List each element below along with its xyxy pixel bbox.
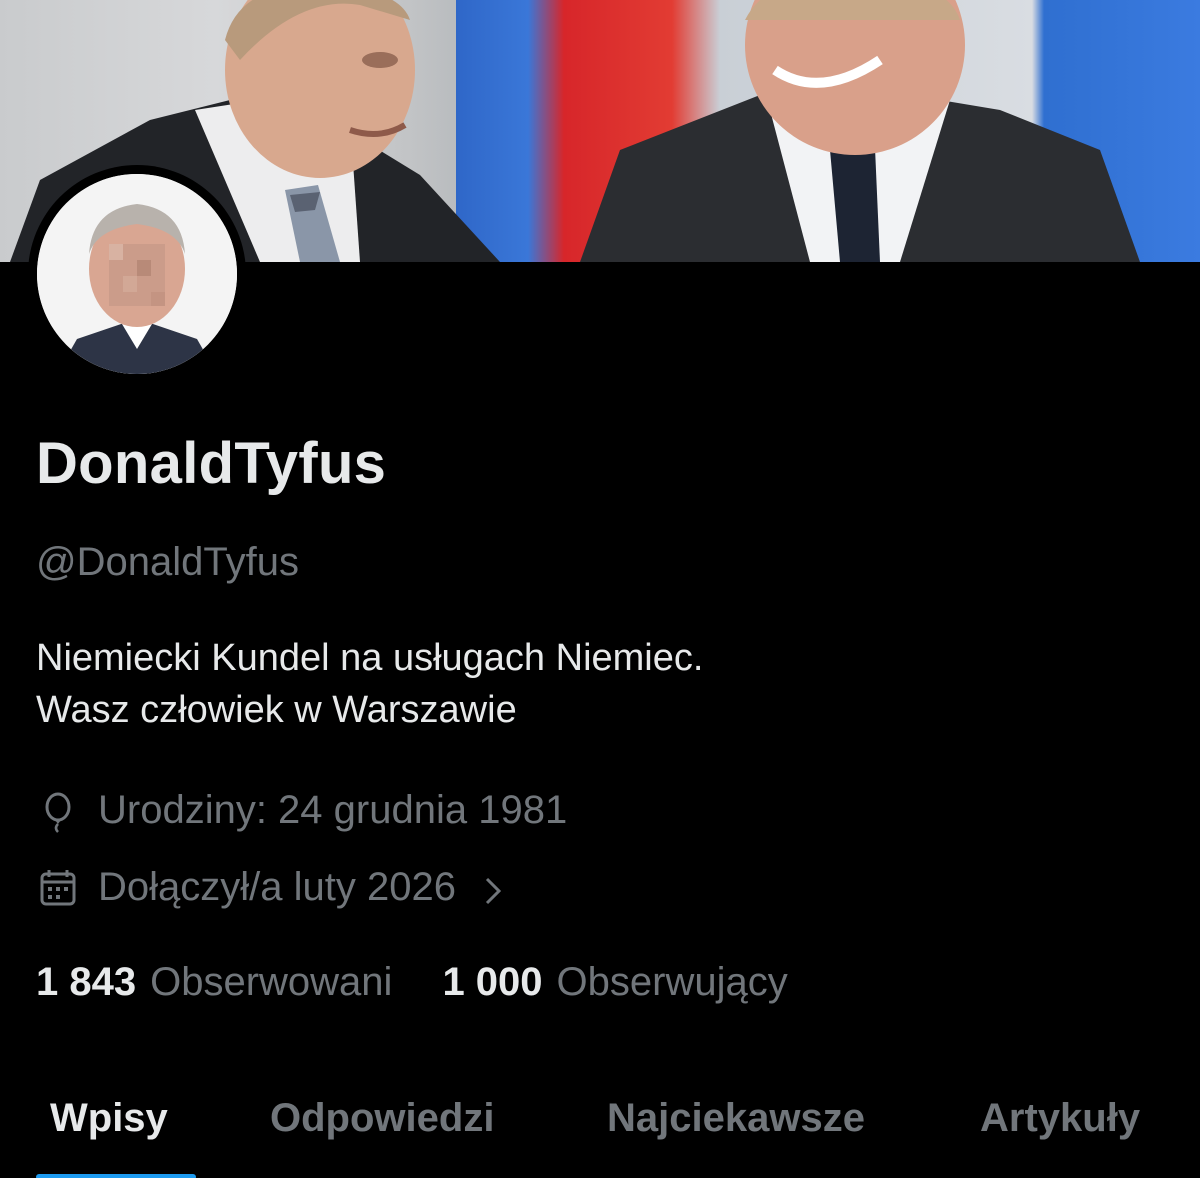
tab-highlights[interactable]: Najciekawsze xyxy=(607,1096,865,1141)
active-tab-indicator xyxy=(36,1174,196,1178)
profile-tabs: Wpisy Odpowiedzi Najciekawsze Artykuły xyxy=(0,1080,1200,1178)
follow-stats: 1 843 Obserwowani 1 000 Obserwujący xyxy=(36,960,838,1005)
following-link[interactable]: 1 843 Obserwowani xyxy=(36,960,392,1005)
joined-text: Dołączył/a luty 2026 xyxy=(98,865,456,909)
chevron-right-icon[interactable] xyxy=(482,872,504,904)
followers-link[interactable]: 1 000 Obserwujący xyxy=(442,960,787,1005)
joined-row[interactable]: Dołączył/a luty 2026 xyxy=(36,865,504,910)
profile-avatar[interactable] xyxy=(28,165,246,383)
following-count: 1 843 xyxy=(36,960,137,1004)
tab-posts[interactable]: Wpisy xyxy=(50,1096,168,1141)
avatar-photo xyxy=(37,174,237,374)
user-handle: @DonaldTyfus xyxy=(36,540,299,584)
following-label: Obserwowani xyxy=(150,960,393,1004)
calendar-icon xyxy=(36,866,80,910)
followers-label: Obserwujący xyxy=(556,960,788,1004)
bio-line: Wasz człowiek w Warszawie xyxy=(36,689,517,731)
display-name: DonaldTyfus xyxy=(36,431,387,496)
balloon-icon xyxy=(36,789,80,833)
bio-line: Niemiecki Kundel na usługach Niemiec. xyxy=(36,637,704,679)
birthday-text: Urodziny: 24 grudnia 1981 xyxy=(98,788,568,832)
tab-replies[interactable]: Odpowiedzi xyxy=(270,1096,494,1141)
profile-bio: Niemiecki Kundel na usługach Niemiec. Wa… xyxy=(36,632,703,736)
followers-count: 1 000 xyxy=(442,960,543,1004)
tab-articles[interactable]: Artykuły xyxy=(980,1096,1140,1141)
birthday-row: Urodziny: 24 grudnia 1981 xyxy=(36,788,567,833)
